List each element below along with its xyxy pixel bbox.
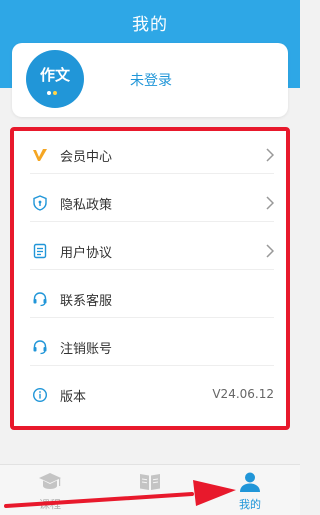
chevron-right-icon xyxy=(266,148,274,162)
menu-item-label: 联系客服 xyxy=(60,294,113,309)
menu-item-version: 版本 V24.06.12 xyxy=(30,377,274,413)
menu-item-label: 版本 xyxy=(60,390,87,405)
menu-item-delete-account[interactable]: 注销账号 xyxy=(30,329,274,366)
tab-courses[interactable]: 课程 xyxy=(0,465,100,515)
document-icon xyxy=(33,243,47,259)
menu-item-label: 会员中心 xyxy=(60,150,113,165)
pen-dots-icon xyxy=(47,91,57,95)
vip-icon xyxy=(33,149,47,161)
menu-item-vip-center[interactable]: 会员中心 xyxy=(30,137,274,174)
menu-item-privacy-policy[interactable]: 隐私政策 xyxy=(30,185,274,222)
chevron-right-icon xyxy=(266,244,274,258)
chevron-right-icon xyxy=(266,196,274,210)
headset-icon xyxy=(33,340,47,355)
menu-item-contact-support[interactable]: 联系客服 xyxy=(30,281,274,318)
tab-label: 课程 xyxy=(39,498,61,511)
book-icon xyxy=(140,474,160,490)
menu-item-label: 用户协议 xyxy=(60,246,113,261)
tab-library[interactable] xyxy=(100,465,200,515)
version-number: V24.06.12 xyxy=(212,387,274,401)
tab-label: 我的 xyxy=(239,498,261,511)
avatar[interactable]: 作文 xyxy=(26,50,84,108)
avatar-logo-text: 作文 xyxy=(39,66,70,84)
graduation-cap-icon xyxy=(39,473,61,489)
user-icon xyxy=(240,472,260,492)
shield-icon xyxy=(33,195,47,211)
bottom-tab-bar: 课程 我的 xyxy=(0,464,300,515)
menu-item-label: 注销账号 xyxy=(60,342,113,357)
menu-item-user-agreement[interactable]: 用户协议 xyxy=(30,233,274,270)
page-title: 我的 xyxy=(132,15,168,35)
login-status-link[interactable]: 未登录 xyxy=(130,70,172,90)
settings-menu: 会员中心 隐私政策 用户协议 联系客服 注销账号 版本 V24.06.12 xyxy=(10,127,290,430)
info-icon xyxy=(32,387,48,403)
profile-card[interactable]: 作文 未登录 xyxy=(12,43,288,117)
menu-item-label: 隐私政策 xyxy=(60,198,113,213)
tab-me[interactable]: 我的 xyxy=(200,465,300,515)
headset-icon xyxy=(33,292,47,307)
